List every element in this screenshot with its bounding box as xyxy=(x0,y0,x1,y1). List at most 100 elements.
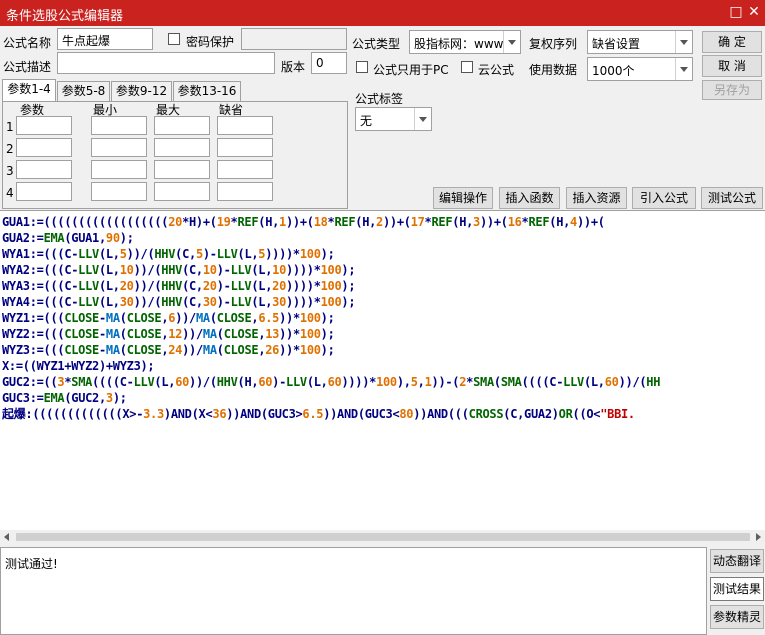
save-as-button[interactable]: 另存为 xyxy=(702,80,762,100)
code-token: HHV xyxy=(161,295,183,309)
code-editor[interactable]: GUA1:=((((((((((((((((((20*H)+(19*REF(H,… xyxy=(0,210,765,541)
chevron-down-icon xyxy=(675,58,692,80)
tab-params-1-4[interactable]: 参数1-4 xyxy=(2,79,56,102)
formula-desc-input[interactable] xyxy=(57,52,275,74)
code-token: ))/ xyxy=(175,311,196,325)
param-wizard-button[interactable]: 参数精灵 xyxy=(710,605,764,629)
code-token: ( xyxy=(493,375,501,389)
tab-params-5-8[interactable]: 参数5-8 xyxy=(57,81,110,101)
code-token: 60 xyxy=(258,375,273,389)
test-result-button[interactable]: 测试结果 xyxy=(710,577,764,601)
code-token: 20 xyxy=(168,215,183,229)
param-min-input[interactable] xyxy=(91,182,147,201)
param-default-input[interactable] xyxy=(217,116,273,135)
code-token: (H, xyxy=(452,215,474,229)
code-token: 100 xyxy=(299,343,321,357)
code-token: ); xyxy=(320,327,335,341)
cloud-checkbox[interactable] xyxy=(461,61,473,73)
insert-resource-button[interactable]: 插入资源 xyxy=(566,187,627,209)
param-max-input[interactable] xyxy=(154,160,210,179)
chevron-down-icon xyxy=(675,31,692,53)
code-token: (C, xyxy=(175,247,196,261)
data-count-select[interactable]: 1000个 xyxy=(587,57,693,81)
code-token: REF xyxy=(431,215,453,229)
tag-select[interactable]: 无 xyxy=(355,107,432,131)
scroll-right-icon[interactable] xyxy=(756,533,761,541)
code-token: HHV xyxy=(216,375,238,389)
edit-ops-button[interactable]: 编辑操作 xyxy=(433,187,493,209)
test-output-text: 测试通过! xyxy=(5,557,58,571)
test-formula-button[interactable]: 测试公式 xyxy=(701,187,763,209)
code-token: ))* xyxy=(279,327,300,341)
code-token: )- xyxy=(216,263,231,277)
import-formula-button[interactable]: 引入公式 xyxy=(632,187,696,209)
code-token: - xyxy=(98,311,106,325)
code-token: (H, xyxy=(237,375,259,389)
code-token: 30 xyxy=(202,295,217,309)
formula-name-input[interactable]: 牛点起爆 xyxy=(57,28,153,50)
param-max-input[interactable] xyxy=(154,138,210,157)
version-input[interactable]: 0 xyxy=(311,52,347,74)
code-line: GUA1:=((((((((((((((((((20*H)+(19*REF(H,… xyxy=(2,214,605,230)
param-max-input[interactable] xyxy=(154,116,210,135)
code-token: ))+( xyxy=(382,215,411,229)
dynamic-translate-button[interactable]: 动态翻译 xyxy=(710,549,764,573)
code-token: EMA xyxy=(43,231,65,245)
code-token: 6.5 xyxy=(302,407,324,421)
formula-type-select[interactable]: 股指标网：www xyxy=(409,30,521,54)
param-min-input[interactable] xyxy=(91,116,147,135)
code-token: REF xyxy=(237,215,259,229)
close-icon[interactable]: ✕ xyxy=(745,3,763,21)
code-token: MA xyxy=(105,327,120,341)
param-min-input[interactable] xyxy=(91,160,147,179)
scrollbar-thumb[interactable] xyxy=(16,533,750,541)
version-label: 版本 xyxy=(281,60,306,74)
code-line: WYZ1:=(((CLOSE-MA(CLOSE,6))/MA(CLOSE,6.5… xyxy=(2,310,335,326)
code-token: LLV xyxy=(230,295,252,309)
code-token: "BBI. xyxy=(600,407,635,421)
param-name-input[interactable] xyxy=(16,116,72,135)
code-token: ))))* xyxy=(286,263,321,277)
cancel-button[interactable]: 取 消 xyxy=(702,55,762,77)
code-token: ( xyxy=(119,327,127,341)
password-label: 密码保护 xyxy=(186,35,235,49)
code-token: CLOSE xyxy=(64,343,99,357)
code-token: WYA2:=(((C- xyxy=(2,263,79,277)
code-token: ))))* xyxy=(286,295,321,309)
code-line: WYA4:=(((C-LLV(L,30))/(HHV(C,30)-LLV(L,3… xyxy=(2,294,356,310)
code-token: WYZ3:=((( xyxy=(2,343,65,357)
param-max-input[interactable] xyxy=(154,182,210,201)
code-line: GUC2:=((3*SMA((((C-LLV(L,60))/(HHV(H,60)… xyxy=(2,374,660,390)
tab-params-13-16[interactable]: 参数13-16 xyxy=(173,81,241,101)
test-output-panel[interactable]: 测试通过! xyxy=(0,547,707,635)
horizontal-scrollbar[interactable] xyxy=(0,530,765,544)
password-input xyxy=(241,28,347,50)
insert-function-button[interactable]: 插入函数 xyxy=(499,187,560,209)
param-default-input[interactable] xyxy=(217,160,273,179)
code-token: ); xyxy=(320,311,335,325)
code-token: CLOSE xyxy=(223,343,259,357)
code-token: GUC3:= xyxy=(2,391,44,405)
code-token: HHV xyxy=(161,263,183,277)
tab-params-9-12[interactable]: 参数9-12 xyxy=(111,81,172,101)
password-checkbox[interactable] xyxy=(168,33,180,45)
param-name-input[interactable] xyxy=(16,160,72,179)
param-name-input[interactable] xyxy=(16,138,72,157)
adjust-select[interactable]: 缺省设置 xyxy=(587,30,693,54)
restore-icon[interactable]: □ xyxy=(727,3,745,21)
code-token: 6.5 xyxy=(258,311,280,325)
code-token: LLV xyxy=(286,375,307,389)
scroll-left-icon[interactable] xyxy=(4,533,9,541)
code-token: (H, xyxy=(355,215,377,229)
param-name-input[interactable] xyxy=(16,182,72,201)
pc-only-checkbox[interactable] xyxy=(356,61,368,73)
ok-button[interactable]: 确 定 xyxy=(702,31,762,53)
param-default-input[interactable] xyxy=(217,182,273,201)
code-token: 10 xyxy=(202,263,217,277)
code-token: ))/ xyxy=(182,343,203,357)
param-min-input[interactable] xyxy=(91,138,147,157)
code-token: (H, xyxy=(549,215,571,229)
param-default-input[interactable] xyxy=(217,138,273,157)
code-token: 30 xyxy=(272,295,286,309)
code-token: ))AND((( xyxy=(413,407,469,421)
